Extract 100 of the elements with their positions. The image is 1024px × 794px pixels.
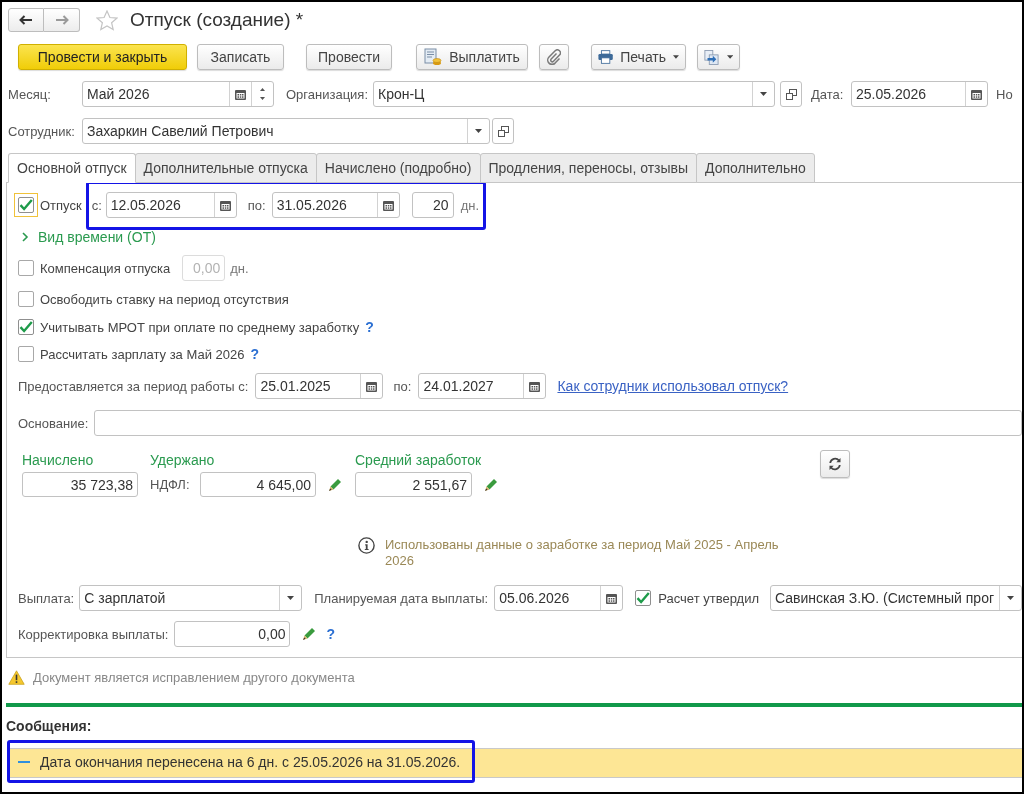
calendar-icon	[366, 380, 378, 392]
checkbox[interactable]	[18, 346, 34, 362]
calendar-icon	[529, 380, 541, 392]
caret-icon	[1007, 596, 1014, 600]
tab[interactable]: Дополнительно	[696, 153, 815, 183]
field-label: Месяц:	[8, 86, 52, 102]
caret-icon	[287, 596, 295, 600]
checkbox[interactable]	[635, 590, 652, 606]
help-link[interactable]: ?	[365, 319, 374, 335]
payment-date-field[interactable]: 05.06.2026	[494, 585, 624, 611]
checkmark-icon	[19, 199, 33, 211]
checkbox-label: Учитывать МРОТ при оплате по среднему заработку	[40, 319, 360, 335]
help-link[interactable]: ?	[326, 626, 335, 642]
field-label: Сотрудник:	[8, 123, 76, 139]
field-label: с:	[91, 197, 103, 213]
unit-label: дн.	[230, 260, 249, 276]
history-link[interactable]: Как сотрудник использовал отпуск?	[557, 378, 789, 394]
document-coins-icon	[424, 48, 443, 66]
document-arrow-icon	[704, 48, 720, 66]
field-label: Корректировка выплаты:	[18, 626, 169, 642]
start-date-field[interactable]: 12.05.2026	[105, 192, 237, 218]
message-text: Дата окончания перенесена на 6 дн. с 25.05.2026 на 31.05.2026.	[40, 753, 461, 770]
unit-label: дн.	[460, 197, 480, 213]
pencil-icon[interactable]	[302, 627, 317, 641]
time-type-toggle[interactable]: Вид времени (ОТ)	[38, 229, 156, 245]
windows-icon	[497, 125, 509, 137]
export-button[interactable]	[697, 44, 740, 70]
pay-button[interactable]: Выплатить	[416, 44, 528, 70]
open-button[interactable]	[780, 81, 802, 107]
field-label: Дата:	[811, 86, 845, 102]
payment-field[interactable]: С зарплатой	[79, 585, 303, 611]
accrued-field[interactable]: 35 723,38	[22, 472, 138, 497]
star-icon[interactable]	[96, 9, 118, 31]
field-label: НДФЛ:	[150, 477, 191, 492]
checkbox-label: Расчет утвердил	[658, 590, 759, 606]
warning-text: Документ является исправлением другого документа	[33, 669, 355, 685]
checkbox-label: Рассчитать зарплату за Май 2026	[40, 346, 245, 362]
employee-field[interactable]: Захаркин Савелий Петрович	[82, 118, 490, 144]
messages-title: Сообщения:	[5, 718, 93, 734]
field-label: Организация:	[286, 86, 370, 102]
correction-field[interactable]: 0,00	[174, 621, 291, 647]
checkbox-label: Компенсация отпуска	[40, 260, 171, 276]
toolbar-button[interactable]: Записать	[197, 44, 284, 70]
paperclip-icon	[547, 49, 561, 65]
tab[interactable]: Дополнительные отпуска	[134, 153, 317, 183]
checkbox-label: Освободить ставку на период отсутствия	[40, 291, 289, 307]
spinner-icon	[260, 87, 265, 101]
window-title: Отпуск (создание) *	[130, 9, 304, 31]
pencil-icon[interactable]	[484, 477, 498, 492]
group-title: Средний заработок	[355, 452, 482, 468]
toolbar-button[interactable]: Провести	[306, 44, 392, 70]
month-field[interactable]: Май 2026	[82, 81, 274, 107]
date-field[interactable]: 25.05.2026	[851, 81, 988, 107]
tab[interactable]: Основной отпуск	[8, 153, 136, 183]
approver-field[interactable]: Савинская З.Ю. (Системный прог	[770, 585, 1022, 611]
print-button[interactable]: Печать	[591, 44, 686, 70]
dash-icon	[18, 760, 30, 763]
calendar-icon	[606, 592, 618, 604]
caret-icon	[760, 92, 767, 96]
primary-button[interactable]: Провести и закрыть	[18, 44, 187, 70]
help-link[interactable]: ?	[250, 346, 259, 362]
average-earnings-field[interactable]: 2 551,67	[355, 472, 472, 497]
period-end-field[interactable]: 24.01.2027	[418, 373, 547, 399]
checkbox-label: Отпуск	[40, 197, 82, 213]
attach-button[interactable]	[539, 44, 569, 70]
checkmark-icon	[19, 321, 33, 333]
field-label: по:	[393, 378, 413, 394]
end-date-field[interactable]: 31.05.2026	[271, 192, 400, 218]
calendar-icon	[235, 88, 246, 100]
days-field[interactable]: 20	[411, 192, 454, 218]
field-label: Выплата:	[18, 590, 75, 606]
group-title: Удержано	[150, 452, 215, 468]
info-text: Использованы данные о заработке за период Май 2025 - Апрель 2026	[385, 537, 780, 569]
tax-field[interactable]: 4 645,00	[200, 472, 316, 497]
tab[interactable]: Продления, переносы, отзывы	[479, 153, 698, 183]
windows-icon	[785, 88, 797, 100]
field-label: Предоставляется за период работы с:	[18, 378, 249, 394]
printer-icon	[598, 49, 614, 65]
caret-icon	[475, 129, 482, 133]
checkbox[interactable]	[18, 319, 34, 335]
forward-arrow-icon	[54, 15, 69, 25]
open-button[interactable]	[492, 118, 514, 144]
info-icon	[358, 537, 375, 554]
chevron-right-icon[interactable]	[22, 232, 29, 242]
back-button[interactable]	[8, 8, 44, 32]
group-title: Начислено	[22, 452, 94, 468]
checkbox[interactable]	[18, 291, 34, 307]
period-start-field[interactable]: 25.01.2025	[255, 373, 384, 399]
calendar-icon	[382, 199, 394, 211]
back-arrow-icon	[19, 15, 33, 25]
field-label: по:	[247, 197, 267, 213]
pencil-icon[interactable]	[328, 477, 342, 492]
organization-field[interactable]: Крон-Ц	[373, 81, 775, 107]
field-label: Планируемая дата выплаты:	[314, 590, 489, 606]
calendar-icon	[219, 199, 231, 211]
field-label: Основание:	[18, 415, 89, 431]
calendar-icon	[971, 88, 982, 100]
refresh-button[interactable]	[820, 450, 850, 478]
tab[interactable]: Начислено (подробно)	[315, 153, 481, 183]
basis-field[interactable]	[94, 410, 1022, 436]
